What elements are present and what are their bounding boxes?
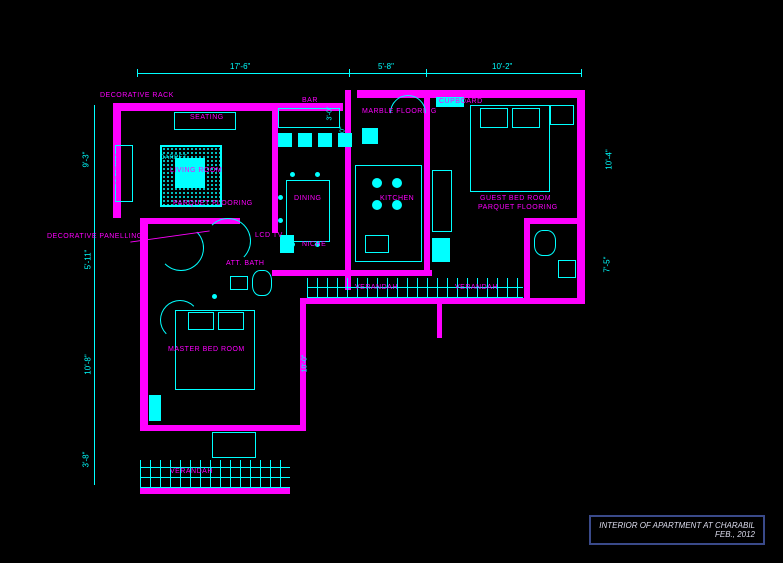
title-line2: FEB., 2012	[599, 530, 755, 539]
dim-left1: 9'-3"	[81, 152, 90, 168]
label-verandah3: VERANDAH	[170, 468, 213, 475]
toilet-att	[252, 270, 272, 296]
verandah-tiles-bottom	[140, 460, 290, 488]
bar-stool	[318, 133, 332, 147]
dim-line-top	[137, 73, 582, 74]
wall-int-5	[272, 270, 432, 276]
wall-verandah-b	[140, 488, 290, 494]
dim-right1: 10'-4"	[605, 149, 614, 169]
dim-top2: 5'-8"	[378, 62, 394, 71]
floor-plan-canvas: 17'-6" 5'-8" 10'-2" 9'-3" 5'-11" 10'-8" …	[0, 0, 783, 563]
label-master: MASTER BED ROOM	[168, 346, 245, 353]
wall-stub	[437, 298, 442, 338]
sink-att	[230, 276, 248, 290]
balcony-furniture	[212, 432, 256, 458]
label-decorative-rack: DECORATIVE RACK	[100, 92, 174, 99]
wall-int-9	[524, 218, 584, 224]
dim-left4: 3'-8"	[81, 452, 90, 468]
label-seating2: SEATING	[115, 152, 122, 186]
nightstand	[550, 105, 574, 125]
label-cupboard: CUPBOARD	[439, 98, 483, 105]
label-carpet: CARPET	[160, 155, 187, 161]
label-seating1: SEATING	[190, 114, 224, 121]
dim-inner2: 1'-0"	[339, 127, 346, 141]
cupboard-master	[149, 395, 161, 421]
bar-stool	[362, 128, 378, 144]
wall-left-mid	[140, 218, 148, 298]
label-attbath: ATT. BATH	[226, 260, 264, 267]
wall-right	[577, 90, 585, 298]
label-verandah1: VERANDAH	[355, 284, 398, 291]
wall-left-lower	[140, 298, 148, 428]
label-cupboard2: CUPBOARD	[141, 365, 148, 409]
door-arc	[205, 218, 251, 264]
label-decorative-panelling: DECORATIVE PANELLING	[47, 233, 143, 240]
label-verandah2: VERANDAH	[455, 284, 498, 291]
bar-stool	[278, 133, 292, 147]
pillow	[512, 108, 540, 128]
dim-inner1: 3'-0"	[326, 107, 333, 121]
label-living: LIVING ROOM	[170, 167, 222, 174]
wall-int-10	[524, 218, 530, 298]
label-kitchen: KITCHEN	[380, 195, 414, 202]
dim-right2: 7'-5"	[602, 257, 611, 273]
dining-table	[286, 180, 330, 242]
dim-inner3: 10'-0"	[301, 355, 308, 373]
cabinet	[432, 170, 452, 232]
label-parquet1: PARQUET FLOORING	[173, 200, 253, 207]
label-marble: MARBLE FLOORING	[362, 108, 437, 115]
door-arc	[160, 300, 200, 340]
dim-top1: 17'-6"	[230, 62, 250, 71]
title-block: INTERIOR OF APARTMENT AT CHARABIL FEB., …	[589, 515, 765, 545]
pillow	[480, 108, 508, 128]
label-dining: DINING	[294, 195, 322, 202]
label-guest: GUEST BED ROOM	[480, 195, 551, 202]
dim-line-left	[94, 105, 95, 485]
bar-stool	[298, 133, 312, 147]
label-niche: NICHE	[302, 241, 326, 248]
burner	[372, 178, 382, 188]
wall-int-8	[140, 425, 306, 431]
toilet-guest	[534, 230, 556, 256]
fridge	[432, 238, 450, 262]
title-line1: INTERIOR OF APARTMENT AT CHARABIL	[599, 521, 755, 530]
dim-left2: 5'-11"	[83, 250, 92, 270]
label-lcd: LCD TV	[255, 232, 283, 239]
sink-guest	[558, 260, 576, 278]
wall-int-6	[300, 298, 585, 304]
label-parquet2: PARQUET FLOORING	[478, 204, 558, 211]
sink	[365, 235, 389, 253]
label-bar: BAR	[302, 97, 318, 104]
dim-top3: 10'-2"	[492, 62, 512, 71]
pillow	[218, 312, 244, 330]
dim-left3: 10'-8"	[84, 354, 93, 374]
wall-int-2	[345, 90, 351, 290]
burner	[392, 178, 402, 188]
